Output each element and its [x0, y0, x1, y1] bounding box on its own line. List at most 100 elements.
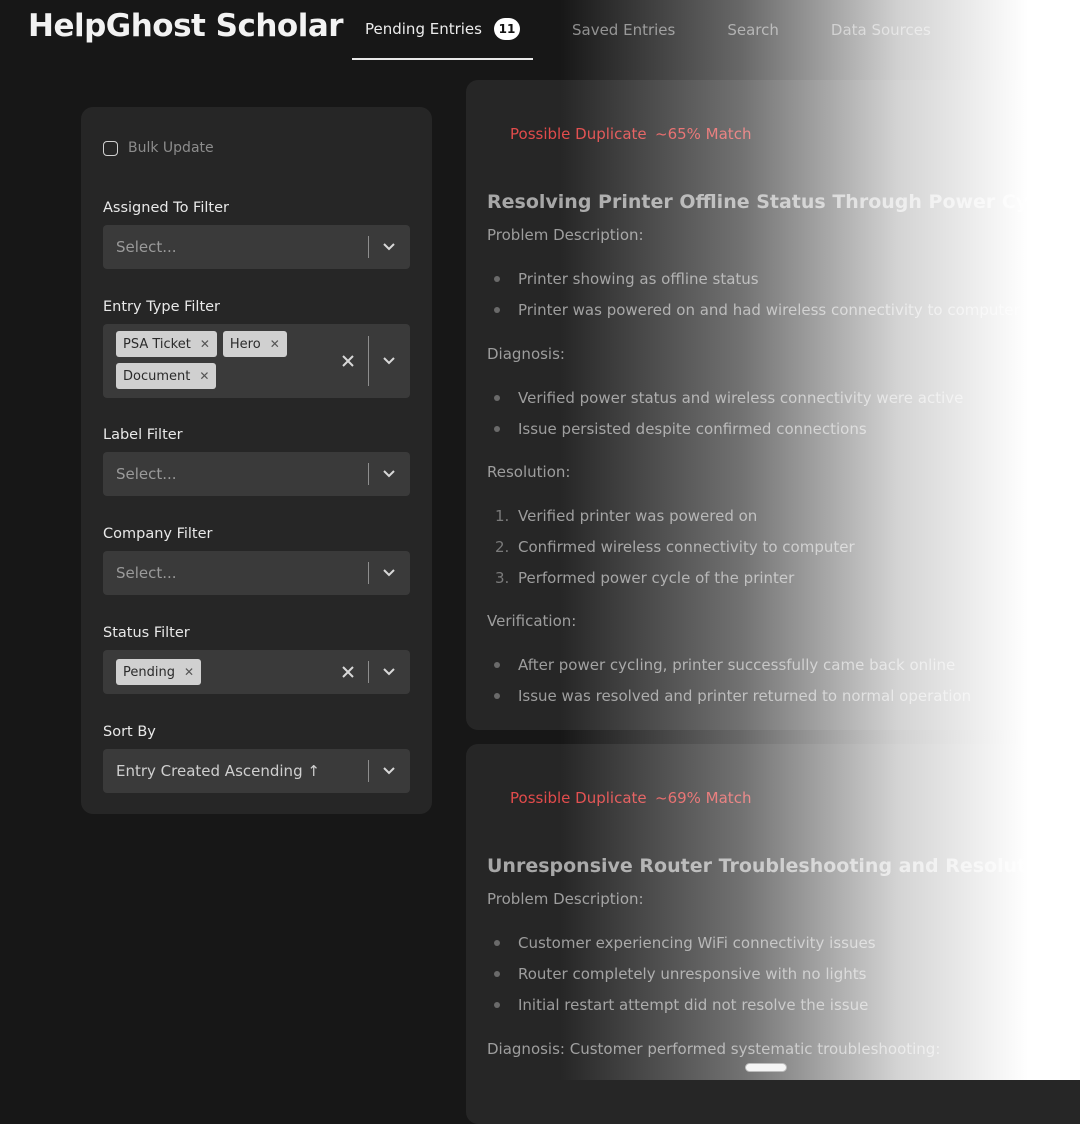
- section-heading: Diagnosis:: [487, 345, 565, 363]
- status-filter-label: Status Filter: [103, 625, 190, 641]
- status-filter-select[interactable]: Pending ✕: [103, 650, 410, 694]
- list-item: Performed power cycle of the printer: [518, 569, 795, 587]
- chevron-down-icon[interactable]: [382, 766, 396, 776]
- entry-card[interactable]: Possible Duplicate ~65% Match Resolving …: [466, 80, 1080, 730]
- label-filter-select[interactable]: Select...: [103, 452, 410, 496]
- bullet-icon: [494, 395, 500, 401]
- bullet-icon: [494, 426, 500, 432]
- select-separator: [368, 562, 369, 584]
- list-item: Confirmed wireless connectivity to compu…: [518, 538, 855, 556]
- chevron-down-icon[interactable]: [382, 667, 396, 677]
- entry-type-label: Entry Type Filter: [103, 299, 221, 315]
- chevron-down-icon[interactable]: [382, 242, 396, 252]
- list-item: Issue persisted despite confirmed connec…: [518, 420, 867, 438]
- card-title-text: Unresponsive Router Troubleshooting and …: [487, 855, 1060, 877]
- select-separator: [368, 236, 369, 258]
- chip-psa-ticket: PSA Ticket ✕: [116, 331, 217, 357]
- list-number: 1.: [495, 507, 510, 525]
- chevron-down-icon[interactable]: [382, 568, 396, 578]
- list-item: Verified power status and wireless conne…: [518, 389, 964, 407]
- chip-remove-icon[interactable]: ✕: [200, 337, 210, 351]
- chip-hero: Hero ✕: [222, 331, 287, 357]
- sort-by-select[interactable]: Entry Created Ascending ↑: [103, 749, 410, 793]
- tab-label: Search: [727, 21, 779, 39]
- label-filter-label: Label Filter: [103, 427, 183, 443]
- card-title: Resolving Printer Offline Status Through…: [487, 191, 1080, 213]
- duplicate-flag: Possible Duplicate: [510, 789, 647, 807]
- select-placeholder: Select...: [116, 238, 177, 256]
- select-placeholder: Select...: [116, 564, 177, 582]
- section-heading: Diagnosis: Customer performed systematic…: [487, 1040, 941, 1058]
- list-item: Printer was powered on and had wireless …: [518, 301, 1020, 319]
- entry-type-select[interactable]: PSA Ticket ✕ Hero ✕ Document ✕: [103, 324, 410, 398]
- bulk-update-label: Bulk Update: [128, 140, 214, 156]
- bullet-icon: [494, 971, 500, 977]
- scroll-handle[interactable]: [745, 1063, 787, 1072]
- chip-label: Hero: [229, 336, 261, 352]
- list-item: Customer experiencing WiFi connectivity …: [518, 934, 876, 952]
- filter-panel: Bulk Update Assigned To Filter Select...…: [81, 107, 432, 814]
- match-percentage: ~69% Match: [655, 789, 752, 807]
- sort-by-value: Entry Created Ascending ↑: [116, 762, 320, 780]
- clear-icon[interactable]: [342, 666, 354, 678]
- tab-search[interactable]: Search: [714, 0, 792, 60]
- chip-label: Pending: [123, 664, 175, 680]
- company-filter-select[interactable]: Select...: [103, 551, 410, 595]
- list-item: Router completely unresponsive with no l…: [518, 965, 867, 983]
- chip-list: Pending ✕: [116, 659, 316, 685]
- tab-label: Pending Entries: [365, 20, 482, 38]
- section-heading: Verification:: [487, 612, 577, 630]
- chip-pending: Pending ✕: [116, 659, 202, 685]
- tab-label: Data Sources: [830, 21, 931, 39]
- bullet-icon: [494, 693, 500, 699]
- match-percentage: ~65% Match: [655, 125, 752, 143]
- card-title-text: Resolving Printer Offline Status Through…: [487, 191, 1080, 213]
- chip-list: PSA Ticket ✕ Hero ✕ Document ✕: [116, 331, 316, 395]
- chevron-down-icon[interactable]: [382, 469, 396, 479]
- tab-label: Saved Entries: [571, 21, 676, 39]
- chip-label: PSA Ticket: [123, 336, 191, 352]
- company-filter-label: Company Filter: [103, 526, 213, 542]
- list-item: Printer showing as offline status: [518, 270, 759, 288]
- bulk-update-checkbox[interactable]: [103, 140, 118, 156]
- bulk-update-toggle[interactable]: Bulk Update: [103, 140, 214, 156]
- select-separator: [368, 760, 369, 782]
- list-number: 3.: [495, 569, 510, 587]
- app-title: HelpGhost Scholar: [28, 8, 344, 44]
- list-item: Verified printer was powered on: [518, 507, 758, 525]
- card-title: Unresponsive Router Troubleshooting and …: [487, 854, 1080, 877]
- tab-data-sources[interactable]: Data Sources: [818, 0, 944, 60]
- chip-remove-icon[interactable]: ✕: [270, 337, 280, 351]
- assigned-to-select[interactable]: Select...: [103, 225, 410, 269]
- list-item: Initial restart attempt did not resolve …: [518, 996, 869, 1014]
- chip-label: Document: [123, 368, 191, 384]
- pending-count-badge: 11: [493, 18, 520, 40]
- chip-remove-icon[interactable]: ✕: [199, 369, 209, 383]
- bullet-icon: [494, 1002, 500, 1008]
- assigned-to-label: Assigned To Filter: [103, 200, 229, 216]
- select-placeholder: Select...: [116, 465, 177, 483]
- chip-remove-icon[interactable]: ✕: [184, 665, 194, 679]
- chip-document: Document ✕: [116, 363, 217, 389]
- sort-by-label: Sort By: [103, 724, 156, 740]
- bullet-icon: [494, 940, 500, 946]
- duplicate-flag: Possible Duplicate: [510, 125, 647, 143]
- info-icon[interactable]: [1069, 854, 1080, 875]
- section-heading: Problem Description:: [487, 890, 644, 908]
- list-item: After power cycling, printer successfull…: [518, 656, 956, 674]
- section-heading: Resolution:: [487, 463, 571, 481]
- list-item: Issue was resolved and printer returned …: [518, 687, 972, 705]
- bullet-icon: [494, 662, 500, 668]
- main-nav: Pending Entries 11 Saved Entries Search …: [352, 0, 958, 62]
- tab-saved-entries[interactable]: Saved Entries: [559, 0, 688, 60]
- bullet-icon: [494, 307, 500, 313]
- tab-pending-entries[interactable]: Pending Entries 11: [352, 0, 533, 60]
- section-heading: Problem Description:: [487, 226, 644, 244]
- select-separator: [368, 336, 369, 386]
- chevron-down-icon[interactable]: [382, 356, 396, 366]
- list-number: 2.: [495, 538, 510, 556]
- select-separator: [368, 463, 369, 485]
- bullet-icon: [494, 276, 500, 282]
- select-separator: [368, 661, 369, 683]
- clear-icon[interactable]: [342, 355, 354, 367]
